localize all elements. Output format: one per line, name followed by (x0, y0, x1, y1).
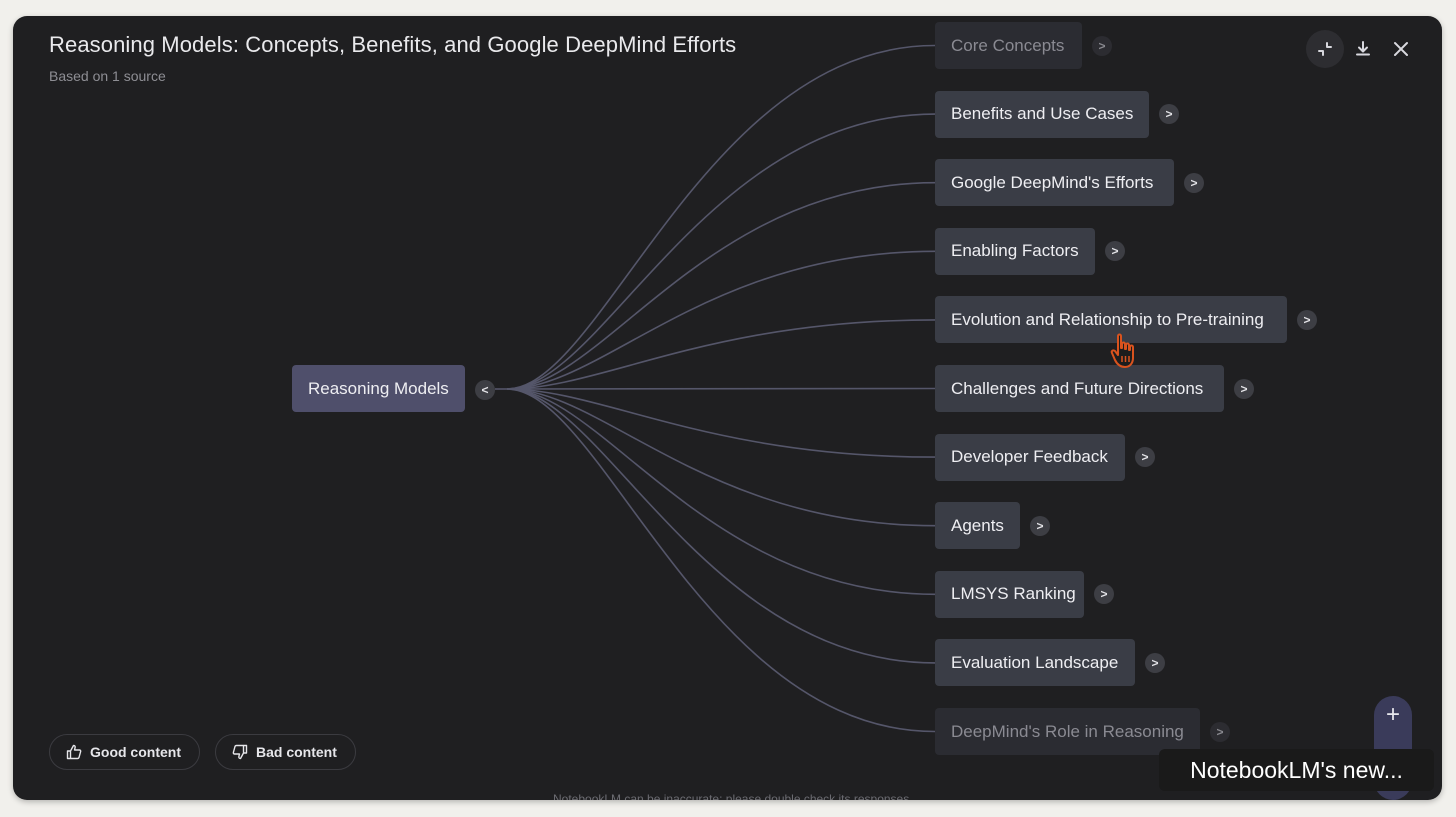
thumbs-up-icon (66, 744, 82, 760)
mind-map-edges (495, 44, 936, 733)
expand-toggle[interactable]: > (1297, 309, 1317, 330)
edge-line (506, 388, 936, 527)
child-node[interactable]: DeepMind's Role in Reasoning (935, 708, 1200, 755)
child-node[interactable]: Developer Feedback (935, 433, 1125, 481)
expand-toggle[interactable]: > (1210, 721, 1230, 742)
expand-toggle[interactable]: > (1159, 104, 1179, 125)
good-content-label: Good content (90, 744, 181, 760)
child-node[interactable]: Agents (935, 502, 1020, 550)
hand-pointer-icon (1110, 333, 1134, 368)
child-node[interactable]: LMSYS Ranking (935, 570, 1084, 618)
child-node[interactable]: Google DeepMind's Efforts (935, 159, 1174, 207)
bad-content-label: Bad content (256, 744, 337, 760)
expand-toggle[interactable]: > (1234, 378, 1254, 399)
edge-line (506, 387, 936, 390)
disclaimer-text: NotebookLM can be inaccurate; please dou… (553, 792, 913, 800)
child-node[interactable]: Core Concepts (935, 22, 1082, 69)
edge-line (506, 181, 936, 390)
root-node[interactable]: Reasoning Models (292, 365, 465, 412)
root-collapse-toggle[interactable]: < (475, 380, 495, 400)
expand-toggle[interactable]: > (1184, 172, 1204, 193)
bad-content-button[interactable]: Bad content (215, 734, 356, 770)
expand-toggle[interactable]: > (1135, 447, 1155, 468)
child-node[interactable]: Enabling Factors (935, 227, 1095, 275)
child-node[interactable]: Challenges and Future Directions (935, 365, 1224, 412)
edge-line (506, 44, 936, 390)
child-node[interactable]: Benefits and Use Cases (935, 90, 1149, 138)
video-caption: NotebookLM's new... (1159, 749, 1434, 791)
mind-map-window: Reasoning Models: Concepts, Benefits, an… (13, 16, 1442, 800)
expand-toggle[interactable]: > (1092, 35, 1112, 56)
expand-toggle[interactable]: > (1030, 515, 1050, 536)
child-node[interactable]: Evaluation Landscape (935, 639, 1135, 687)
edge-line (506, 250, 936, 390)
good-content-button[interactable]: Good content (49, 734, 200, 770)
expand-toggle[interactable]: > (1145, 652, 1165, 673)
thumbs-down-icon (232, 744, 248, 760)
zoom-in-button[interactable]: + (1374, 696, 1412, 734)
edge-line (506, 388, 936, 733)
edge-line (506, 388, 936, 596)
edge-line (506, 319, 936, 390)
